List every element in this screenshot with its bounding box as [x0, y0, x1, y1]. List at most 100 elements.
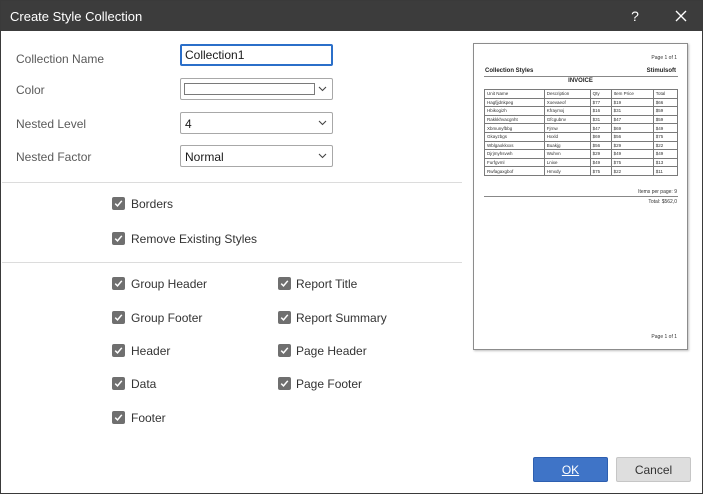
title-bar: Create Style Collection ?	[1, 1, 702, 31]
table-cell: Xoevaeof	[543, 97, 591, 108]
window-title: Create Style Collection	[10, 9, 143, 24]
table-cell: $16	[589, 106, 612, 116]
checkmark-icon	[114, 280, 123, 288]
preview-column-header: Unit Name	[484, 89, 545, 99]
nested-factor-value: Normal	[185, 150, 224, 164]
preview-items-per-page: Items per page: 9	[638, 189, 677, 195]
table-row: Hagfjjdnkpeg Xoevaeof $77 $19 $66	[484, 97, 679, 108]
table-cell: Djrjmyhsvwh	[484, 149, 545, 159]
table-cell: $49	[652, 123, 679, 133]
table-cell: Hagfjjdnkpeg	[484, 97, 545, 108]
table-cell: $75	[610, 157, 654, 168]
table-cell: Wuhvn	[543, 149, 591, 159]
table-cell: $66	[652, 97, 679, 108]
table-row: Furfgvml Lnixe $49 $75 $13	[484, 157, 679, 168]
group-footer-label: Group Footer	[131, 311, 203, 325]
group-header-label: Group Header	[131, 277, 208, 291]
table-cell: $75	[652, 131, 679, 142]
report-title-checkbox[interactable]	[278, 277, 291, 290]
ok-button-label: OK	[561, 462, 580, 477]
table-cell: Hmxdy	[543, 166, 591, 176]
header-checkbox[interactable]	[112, 344, 125, 357]
data-checkbox[interactable]	[112, 377, 125, 390]
table-cell: $69	[589, 131, 612, 142]
table-cell: $49	[610, 149, 654, 159]
table-cell: Gkayzbgs	[484, 131, 545, 142]
report-summary-checkbox[interactable]	[278, 311, 291, 324]
table-cell: $22	[652, 140, 679, 151]
checkmark-icon	[280, 280, 289, 288]
borders-label: Borders	[131, 197, 174, 211]
preview-page-number-bottom: Page 1 of 1	[651, 334, 677, 340]
preview-invoice: INVOICE	[568, 78, 593, 84]
close-button[interactable]	[661, 1, 701, 31]
table-row: Rakkkhvacgnht Gfcgubnv $31 $47 $59	[484, 114, 679, 125]
table-cell: $31	[610, 106, 654, 116]
nested-factor-label: Nested Factor	[16, 150, 92, 164]
nested-factor-select[interactable]: Normal	[180, 145, 333, 167]
preview-header-row: Unit Name Description Qty Item Price Tot…	[484, 89, 679, 99]
cancel-button[interactable]: Cancel	[616, 457, 691, 482]
preview-column-header: Total	[652, 89, 679, 99]
table-cell: Fjrnw	[543, 123, 591, 133]
nested-level-label: Nested Level	[16, 117, 87, 131]
preview-page-number-top: Page 1 of 1	[651, 55, 677, 61]
table-row: Xbmunyfbbg Fjrnw $47 $69 $49	[484, 123, 679, 133]
data-label: Data	[131, 377, 157, 391]
checkmark-icon	[114, 414, 123, 422]
table-cell: Hbikogizh	[484, 106, 545, 116]
page-header-checkbox[interactable]	[278, 344, 291, 357]
collection-name-label: Collection Name	[16, 52, 105, 66]
remove-existing-styles-checkbox[interactable]	[112, 232, 125, 245]
table-cell: $75	[589, 166, 612, 176]
table-row: Wblgaokkxxs Buakjg $56 $29 $22	[484, 140, 679, 151]
preview-summary-line	[484, 196, 678, 197]
footer-label: Footer	[131, 411, 166, 425]
preview-title-line	[484, 76, 678, 77]
table-cell: Wblgaokkxxs	[484, 140, 545, 151]
table-cell: $13	[652, 157, 679, 168]
color-picker[interactable]	[180, 78, 333, 100]
table-cell: $49	[652, 149, 679, 159]
footer-checkbox[interactable]	[112, 411, 125, 424]
table-row: Hbikogizh Kfraymxj $16 $31 $59	[484, 106, 679, 116]
divider	[2, 182, 462, 183]
checkmark-icon	[114, 347, 123, 355]
borders-checkbox[interactable]	[112, 197, 125, 210]
color-label: Color	[16, 83, 45, 97]
table-cell: $31	[589, 114, 612, 125]
preview-column-header: Qty	[589, 89, 612, 99]
table-row: Djrjmyhsvwh Wuhvn $29 $49 $49	[484, 149, 679, 159]
table-cell: $56	[610, 131, 654, 142]
chevron-down-icon	[318, 120, 327, 126]
table-cell: Rakkkhvacgnht	[484, 114, 545, 125]
checkmark-icon	[280, 347, 289, 355]
table-cell: $59	[652, 114, 679, 125]
checkmark-icon	[114, 200, 123, 208]
group-footer-checkbox[interactable]	[112, 311, 125, 324]
table-cell: Rwfagaxgbof	[484, 166, 545, 176]
collection-name-input[interactable]	[180, 44, 333, 66]
nested-level-select[interactable]: 4	[180, 112, 333, 134]
table-cell: $47	[589, 123, 612, 133]
table-cell: Hxxld	[543, 131, 591, 142]
help-button[interactable]: ?	[615, 1, 655, 31]
checkmark-icon	[114, 235, 123, 243]
preview-total: Total: $562,0	[648, 199, 677, 205]
table-row: Gkayzbgs Hxxld $69 $56 $75	[484, 131, 679, 142]
nested-level-value: 4	[185, 117, 192, 131]
preview-column-header: Item Price	[610, 89, 654, 99]
table-cell: Furfgvml	[484, 157, 545, 168]
group-header-checkbox[interactable]	[112, 277, 125, 290]
chevron-down-icon	[318, 153, 327, 159]
preview-brand: Stimulsoft	[646, 68, 676, 74]
page-footer-checkbox[interactable]	[278, 377, 291, 390]
style-preview: Page 1 of 1 Collection Styles Stimulsoft…	[473, 43, 688, 350]
ok-button[interactable]: OK	[533, 457, 608, 482]
preview-collection-title: Collection Styles	[485, 68, 534, 74]
table-cell: $47	[610, 114, 654, 125]
page-header-label: Page Header	[296, 344, 367, 358]
remove-existing-styles-label: Remove Existing Styles	[131, 232, 258, 246]
preview-column-header: Description	[543, 89, 591, 99]
report-title-label: Report Title	[296, 277, 358, 291]
